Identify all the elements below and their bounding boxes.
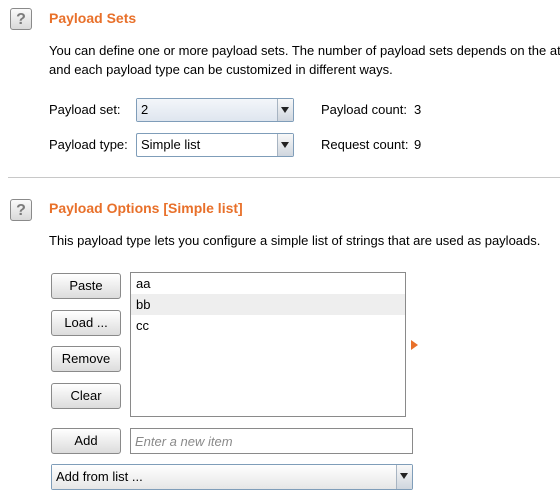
add-from-list-select[interactable]: Add from list ... [51, 464, 413, 490]
payload-set-select[interactable]: 2 [136, 98, 294, 122]
payload-set-label: Payload set: [49, 102, 121, 117]
add-from-list-value: Add from list ... [52, 465, 396, 489]
list-item[interactable]: bb [131, 294, 405, 315]
payload-sets-description-line2: and each payload type can be customized … [49, 62, 393, 77]
payload-type-select[interactable]: Simple list [136, 133, 294, 157]
payload-list[interactable]: aa bb cc [130, 272, 406, 417]
payload-options-description: This payload type lets you configure a s… [49, 233, 541, 248]
payload-type-label: Payload type: [49, 137, 128, 152]
section-divider [8, 177, 560, 178]
load-button[interactable]: Load ... [51, 310, 121, 336]
payload-sets-title: Payload Sets [49, 10, 137, 26]
request-count-label: Request count: [321, 137, 409, 152]
payload-count-value: 3 [414, 102, 422, 117]
chevron-down-icon[interactable] [396, 465, 412, 489]
paste-button[interactable]: Paste [51, 273, 121, 299]
request-count-value: 9 [414, 137, 422, 152]
payload-sets-description-line1: You can define one or more payload sets.… [49, 43, 560, 58]
payload-type-value: Simple list [141, 137, 201, 152]
list-item[interactable]: aa [131, 273, 405, 294]
new-item-input[interactable] [130, 428, 413, 454]
help-icon[interactable]: ? [10, 8, 32, 30]
list-item[interactable]: cc [131, 315, 405, 336]
chevron-down-icon[interactable] [277, 134, 293, 156]
add-button[interactable]: Add [51, 428, 121, 454]
chevron-down-icon[interactable] [277, 99, 293, 121]
payload-count-label: Payload count: [321, 102, 408, 117]
remove-button[interactable]: Remove [51, 346, 121, 372]
payload-set-value: 2 [137, 99, 277, 121]
clear-button[interactable]: Clear [51, 383, 121, 409]
expand-arrow-icon[interactable] [411, 340, 418, 350]
payload-options-title: Payload Options [Simple list] [49, 200, 243, 216]
help-icon[interactable]: ? [10, 199, 32, 221]
